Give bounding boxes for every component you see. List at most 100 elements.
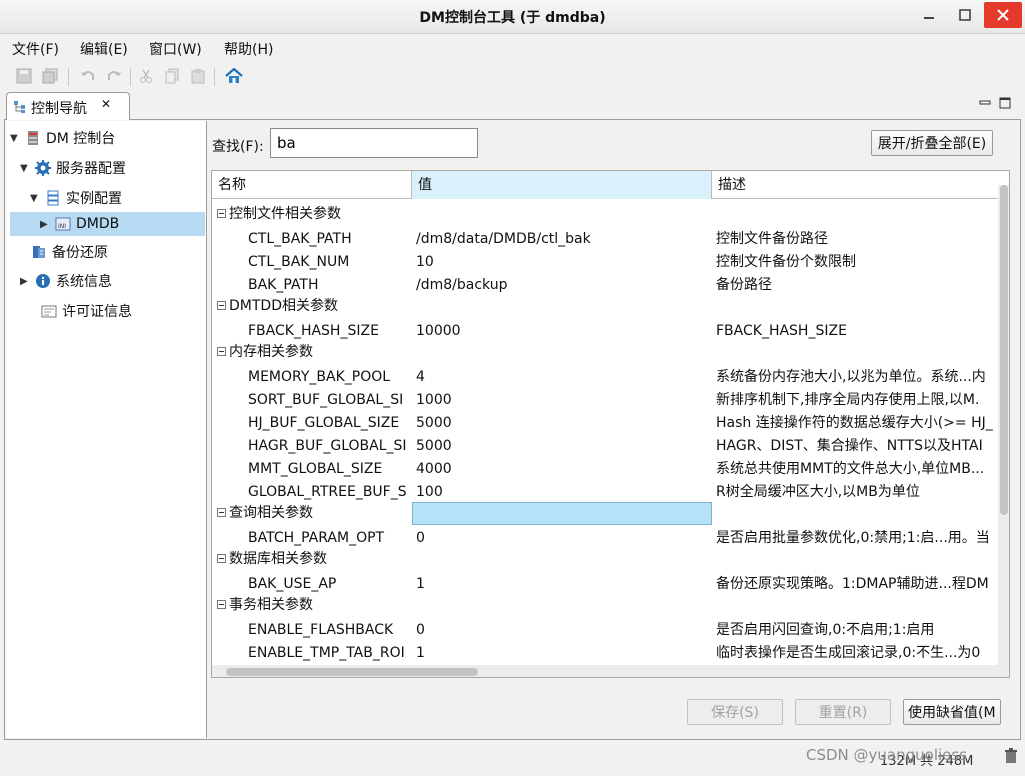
param-description-cell: 备份路径 <box>716 277 772 293</box>
table-row[interactable]: GLOBAL_RTREE_BUF_S 100 R树全局缓冲区大小,以MB为单位 <box>212 479 998 502</box>
tree-item-dm-console[interactable]: ▼ DM 控制台 <box>10 126 205 150</box>
param-name-cell: CTL_BAK_PATH <box>248 231 352 247</box>
horizontal-scrollbar[interactable] <box>212 665 998 677</box>
tree-item-label: 服务器配置 <box>56 161 126 177</box>
table-row[interactable]: HJ_BUF_GLOBAL_SIZE 5000 Hash 连接操作符的数据总缓存大小… <box>212 410 998 433</box>
save-all-tool-button[interactable] <box>40 67 60 85</box>
tree-item-backup-restore[interactable]: 备份还原 <box>30 240 205 264</box>
collapse-toggle-icon[interactable] <box>217 508 226 517</box>
group-row[interactable]: 事务相关参数 <box>212 594 998 617</box>
table-row[interactable]: ENABLE_FLASHBACK 0 是否启用闪回查询,0:不启用;1:启用 <box>212 617 998 640</box>
param-value-cell[interactable]: 1 <box>416 573 706 596</box>
table-row[interactable]: MEMORY_BAK_POOL 4 系统备份内存池大小,以兆为单位。系统...内 <box>212 364 998 387</box>
group-row[interactable]: 内存相关参数 <box>212 341 998 364</box>
cut-tool-button[interactable] <box>136 67 156 85</box>
undo-tool-button[interactable] <box>78 67 98 85</box>
minimize-view-button[interactable] <box>978 96 992 110</box>
table-row[interactable]: FBACK_HASH_SIZE 10000 FBACK_HASH_SIZE <box>212 318 998 341</box>
group-row[interactable]: 查询相关参数 <box>212 502 998 525</box>
param-value-cell[interactable]: /dm8/backup <box>416 274 706 297</box>
copy-tool-button[interactable] <box>162 67 182 85</box>
collapse-toggle-icon[interactable] <box>217 209 226 218</box>
close-button[interactable] <box>984 2 1022 28</box>
use-default-button[interactable]: 使用缺省值(M <box>903 699 1001 725</box>
tree-item-instance-config[interactable]: ▼ 实例配置 <box>30 186 205 210</box>
expand-arrow-icon[interactable]: ▶ <box>40 219 54 230</box>
column-header-value[interactable]: 值 <box>412 171 712 199</box>
collapse-toggle-icon[interactable] <box>217 554 226 563</box>
param-name-cell: MMT_GLOBAL_SIZE <box>248 461 383 477</box>
tab-control-navigation[interactable]: 控制导航 ✕ <box>6 92 130 120</box>
trash-icon[interactable] <box>1004 748 1018 768</box>
collapse-toggle-icon[interactable] <box>217 347 226 356</box>
table-row[interactable]: CTL_BAK_PATH/dm8/data/DMDB/ctl_bak 控制文件备份… <box>212 226 998 249</box>
table-row[interactable]: HAGR_BUF_GLOBAL_SI 5000 HAGR、DIST、集合操作、NTT… <box>212 433 998 456</box>
menu-window[interactable]: 窗口(W) <box>149 39 202 59</box>
expand-arrow-icon[interactable]: ▼ <box>30 193 44 204</box>
tree-item-server-config[interactable]: ▼ 服务器配置 <box>20 156 205 180</box>
redo-tool-button[interactable] <box>104 67 124 85</box>
home-tool-button[interactable] <box>224 67 244 85</box>
group-row[interactable]: 数据库相关参数 <box>212 548 998 571</box>
group-row[interactable]: DMTDD相关参数 <box>212 295 998 318</box>
toolbar-separator <box>68 68 69 86</box>
table-row[interactable]: CTL_BAK_NUM 10 控制文件备份个数限制 <box>212 249 998 272</box>
group-label: 事务相关参数 <box>229 597 313 613</box>
column-header-name[interactable]: 名称 <box>212 171 412 199</box>
param-value-cell[interactable]: 5000 <box>416 435 706 458</box>
table-row[interactable]: BAK_PATH/dm8/backup 备份路径 <box>212 272 998 295</box>
param-value-cell[interactable]: 1000 <box>416 389 706 412</box>
param-value-cell[interactable]: 0 <box>416 619 706 642</box>
collapse-toggle-icon[interactable] <box>217 301 226 310</box>
vertical-scrollbar[interactable] <box>998 185 1009 677</box>
maximize-view-button[interactable] <box>998 96 1012 110</box>
param-value-cell[interactable]: 100 <box>416 481 706 504</box>
tab-close-icon[interactable]: ✕ <box>101 97 111 111</box>
reset-button[interactable]: 重置(R) <box>795 699 891 725</box>
tree-item-dmdb[interactable]: ▶ INI DMDB <box>10 212 205 236</box>
column-header-description[interactable]: 描述 <box>712 171 998 199</box>
expand-arrow-icon[interactable]: ▶ <box>20 276 34 287</box>
param-value-cell[interactable]: 0 <box>416 527 706 550</box>
table-row[interactable]: ENABLE_TMP_TAB_ROI 1 临时表操作是否生成回滚记录,0:不生...… <box>212 640 998 663</box>
menu-help[interactable]: 帮助(H) <box>224 39 273 59</box>
vertical-scrollbar-thumb[interactable] <box>1000 185 1008 515</box>
param-value-cell[interactable]: 10000 <box>416 320 706 343</box>
collapse-toggle-icon[interactable] <box>217 600 226 609</box>
tree-item-license-info[interactable]: 许可证信息 <box>40 299 205 323</box>
param-description-cell: R树全局缓冲区大小,以MB为单位 <box>716 484 920 500</box>
search-input[interactable] <box>270 128 478 158</box>
horizontal-scrollbar-thumb[interactable] <box>226 668 478 676</box>
save-button[interactable]: 保存(S) <box>687 699 783 725</box>
expand-arrow-icon[interactable]: ▼ <box>10 133 24 144</box>
tree-item-system-info[interactable]: ▶ 系统信息 <box>20 269 205 293</box>
group-row[interactable]: 控制文件相关参数 <box>212 203 998 226</box>
selected-value-cell[interactable] <box>412 502 712 525</box>
param-value-cell[interactable]: 1 <box>416 642 706 665</box>
param-name-cell: ENABLE_FLASHBACK <box>248 622 394 638</box>
param-description-cell: Hash 连接操作符的数据总缓存大小(>= HJ_ <box>716 415 993 431</box>
param-value-cell[interactable]: 4 <box>416 366 706 389</box>
maximize-button[interactable] <box>948 2 982 28</box>
param-value-cell[interactable]: /dm8/data/DMDB/ctl_bak <box>416 228 706 251</box>
param-value-cell[interactable]: 5000 <box>416 412 706 435</box>
table-row[interactable]: MMT_GLOBAL_SIZE 4000 系统总共使用MMT的文件总大小,单位MB.… <box>212 456 998 479</box>
table-row[interactable]: BAK_USE_AP 1 备份还原实现策略。1:DMAP辅助进...程DM <box>212 571 998 594</box>
tree-item-label: 许可证信息 <box>62 304 132 320</box>
menu-edit[interactable]: 编辑(E) <box>80 39 128 59</box>
param-value-cell[interactable]: 10 <box>416 251 706 274</box>
watermark: CSDN @yuanguoliess <box>806 746 968 764</box>
param-description-cell: 控制文件备份路径 <box>716 231 828 247</box>
tree-item-label: 实例配置 <box>66 191 122 207</box>
expand-arrow-icon[interactable]: ▼ <box>20 163 34 174</box>
paste-tool-button[interactable] <box>188 67 208 85</box>
table-row[interactable]: BATCH_PARAM_OPT 0 是否启用批量参数优化,0:禁用;1:启...用。… <box>212 525 998 548</box>
param-value-cell[interactable]: 4000 <box>416 458 706 481</box>
expand-collapse-all-button[interactable]: 展开/折叠全部(E) <box>871 130 993 156</box>
save-tool-button[interactable] <box>14 67 34 85</box>
table-row[interactable]: SORT_BUF_GLOBAL_SI 1000 新排序机制下,排序全局内存使用上限,… <box>212 387 998 410</box>
minimize-button[interactable] <box>912 2 946 28</box>
toolbar-separator <box>130 68 131 86</box>
menu-file[interactable]: 文件(F) <box>12 39 59 59</box>
toolbar <box>0 62 1025 90</box>
